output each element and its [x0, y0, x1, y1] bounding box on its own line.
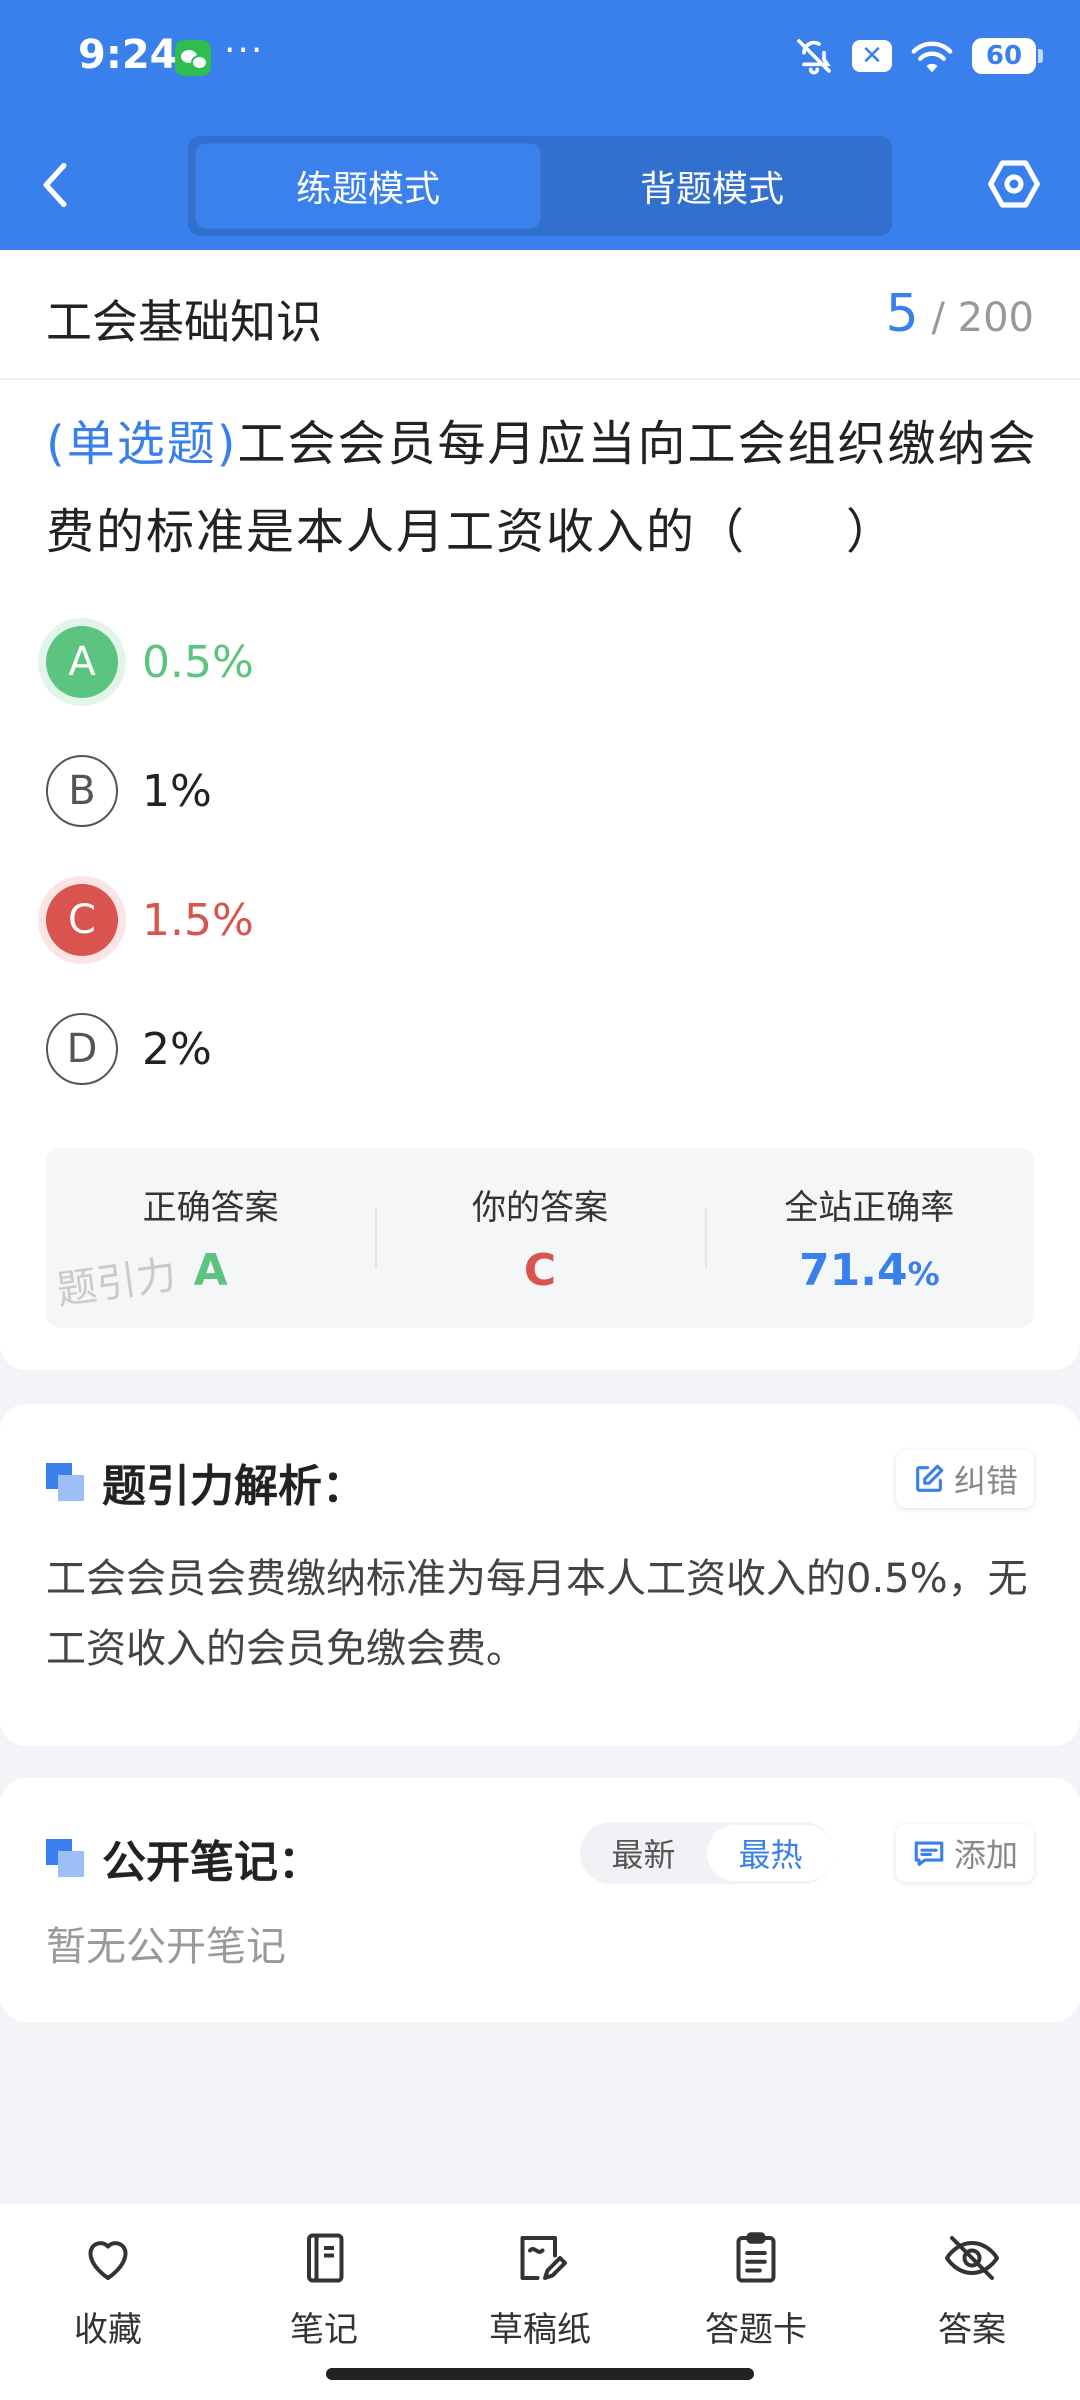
- option-a[interactable]: A 0.5%: [46, 626, 254, 698]
- chevron-left-icon: [43, 162, 67, 208]
- section-squares-icon: [46, 1463, 84, 1501]
- wechat-icon: [175, 40, 211, 76]
- option-letter: D: [46, 1013, 118, 1085]
- option-d[interactable]: D 2%: [46, 1013, 212, 1085]
- nav-label: 笔记: [290, 2310, 358, 2350]
- sort-newest[interactable]: 最新: [580, 1825, 707, 1881]
- option-text: 1.5%: [142, 894, 254, 946]
- current-question-number: 5: [885, 284, 919, 344]
- option-text: 1%: [142, 765, 212, 817]
- divider: [0, 378, 1080, 380]
- notes-title-text: 公开笔记：: [102, 1837, 322, 1888]
- report-error-label: 纠错: [953, 1462, 1018, 1500]
- x-badge-icon: ✕: [852, 40, 892, 72]
- option-text: 0.5%: [142, 636, 254, 688]
- analysis-title-text: 题引力解析：: [102, 1461, 366, 1512]
- settings-button[interactable]: [986, 156, 1042, 212]
- status-icons: ✕ 60: [794, 36, 1043, 76]
- your-answer-label: 你的答案: [471, 1188, 608, 1228]
- correct-answer-label: 正确答案: [142, 1188, 279, 1228]
- status-bar: 9:24 ··· ✕ 60: [0, 0, 1080, 120]
- option-c[interactable]: C 1.5%: [46, 884, 254, 956]
- tab-recite-mode[interactable]: 背题模式: [540, 144, 884, 228]
- empty-notes-text: 暂无公开笔记: [46, 1924, 286, 1970]
- question-type: (单选题): [46, 416, 238, 472]
- status-time: 9:24: [78, 32, 178, 78]
- accuracy-unit: %: [907, 1255, 940, 1293]
- accuracy-label: 全站正确率: [784, 1188, 955, 1228]
- nav-label: 草稿纸: [489, 2310, 591, 2350]
- notes-card: [0, 1778, 1080, 2022]
- nav-answer-toggle[interactable]: 答案: [864, 2204, 1080, 2400]
- add-note-label: 添加: [953, 1836, 1018, 1874]
- option-letter: B: [46, 755, 118, 827]
- tab-practice-mode[interactable]: 练题模式: [196, 144, 540, 228]
- correct-answer-value: A: [193, 1245, 228, 1296]
- edit-icon: [916, 1464, 944, 1492]
- analysis-text: 工会会员会费缴纳标准为每月本人工资收入的0.5%，无工资收入的会员免缴会费。: [46, 1556, 1028, 1672]
- answer-sheet-icon: [736, 2232, 776, 2283]
- report-error-button[interactable]: 纠错: [895, 1450, 1034, 1508]
- accuracy-number: 71.4: [799, 1245, 908, 1296]
- home-indicator[interactable]: [326, 2368, 754, 2380]
- eye-off-icon: [945, 2236, 999, 2280]
- nav-label: 答题卡: [705, 2310, 807, 2350]
- heart-icon: [88, 2241, 128, 2280]
- mode-switch: 练题模式 背题模式: [188, 136, 892, 236]
- more-notifications-icon: ···: [224, 30, 265, 71]
- your-answer-column: 你的答案 C: [375, 1148, 704, 1328]
- option-b[interactable]: B 1%: [46, 755, 212, 827]
- notebook-icon: [307, 2233, 344, 2283]
- question-progress[interactable]: 5 / 200: [886, 284, 1034, 344]
- nav-label: 收藏: [74, 2310, 142, 2350]
- section-squares-icon: [46, 1839, 84, 1877]
- draft-paper-icon: [520, 2236, 567, 2280]
- option-letter: A: [46, 626, 118, 698]
- bell-off-icon: [797, 39, 831, 75]
- total-questions: / 200: [931, 295, 1034, 341]
- nav-favorite[interactable]: 收藏: [0, 2204, 216, 2400]
- your-answer-value: C: [523, 1245, 557, 1296]
- sort-hottest[interactable]: 最热: [707, 1825, 834, 1881]
- question-text: (单选题)工会会员每月应当向工会组织缴纳会费的标准是本人月工资收入的（ ）: [46, 400, 1046, 576]
- answer-summary: 正确答案 A 你的答案 C 全站正确率 71.4%: [46, 1148, 1034, 1328]
- notes-sort-toggle: 最新 最热: [580, 1822, 834, 1884]
- nav-label: 答案: [938, 2310, 1006, 2350]
- battery-indicator: 60: [972, 38, 1043, 74]
- accuracy-column: 全站正确率 71.4%: [704, 1148, 1034, 1328]
- option-text: 2%: [142, 1023, 212, 1075]
- gear-icon: [988, 160, 1040, 208]
- add-note-button[interactable]: 添加: [895, 1824, 1034, 1882]
- back-button[interactable]: [40, 150, 90, 220]
- subject-title: 工会基础知识: [46, 295, 322, 349]
- accuracy-value: 71.4%: [799, 1245, 940, 1296]
- top-bar: 9:24 ··· ✕ 60 练题模式 背题模式: [0, 0, 1080, 250]
- notes-title: 公开笔记：: [46, 1826, 322, 1890]
- analysis-title: 题引力解析：: [46, 1450, 366, 1514]
- wifi-icon: [911, 41, 953, 73]
- option-letter: C: [46, 884, 118, 956]
- comment-icon: [914, 1841, 944, 1866]
